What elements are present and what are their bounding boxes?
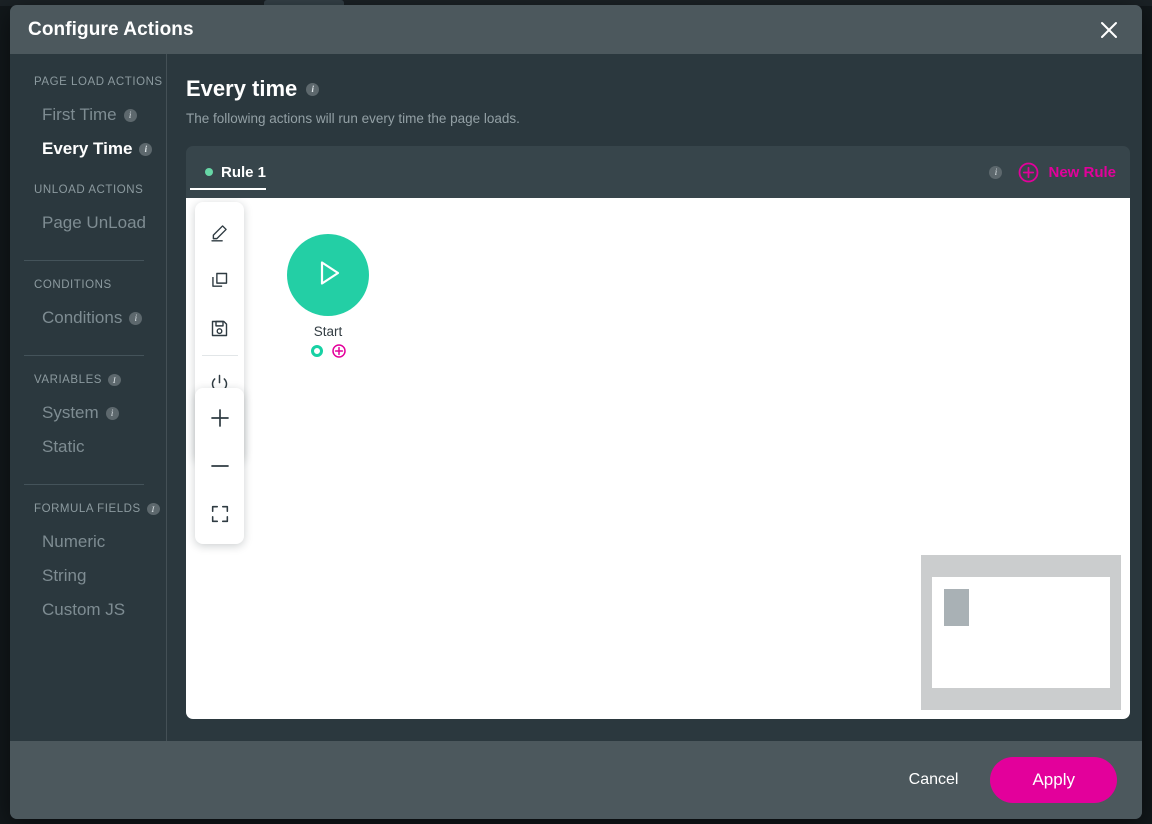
sidebar-item-label: String xyxy=(42,566,87,585)
close-button[interactable] xyxy=(1092,13,1126,47)
apply-button[interactable]: Apply xyxy=(990,757,1117,803)
zoom-in-icon xyxy=(208,406,232,430)
save-button[interactable] xyxy=(198,304,242,352)
start-node-circle[interactable] xyxy=(287,234,369,316)
sidebar-group-label: UNLOAD ACTIONS xyxy=(34,184,144,196)
cancel-button[interactable]: Cancel xyxy=(903,763,965,797)
info-icon[interactable]: i xyxy=(146,503,160,515)
play-icon xyxy=(308,253,348,298)
canvas-minimap[interactable] xyxy=(921,555,1121,710)
copy-button[interactable] xyxy=(198,256,242,304)
zoom-out-button[interactable] xyxy=(198,442,242,490)
fit-screen-icon xyxy=(209,503,231,525)
sidebar-group-label: VARIABLES xyxy=(34,374,103,386)
sidebar-item-label: Every Time xyxy=(42,139,133,158)
close-icon xyxy=(1098,19,1120,41)
sidebar-item-every-time[interactable]: Every Time i xyxy=(10,132,166,166)
sidebar-item-label: Page UnLoad xyxy=(42,213,146,232)
output-port-icon[interactable] xyxy=(310,345,323,357)
sidebar-divider xyxy=(24,484,144,485)
sidebar-divider xyxy=(24,260,144,261)
sidebar-group-title-variables: VARIABLES i xyxy=(10,374,166,386)
sidebar: PAGE LOAD ACTIONS First Time i Every Tim… xyxy=(10,54,167,741)
rule-status-dot xyxy=(205,168,213,176)
copy-icon xyxy=(209,270,230,291)
edit-icon xyxy=(209,222,230,243)
toolbar-divider xyxy=(201,355,238,356)
sidebar-item-static[interactable]: Static xyxy=(10,430,166,464)
sidebar-item-conditions[interactable]: Conditions i xyxy=(10,301,166,335)
sidebar-item-label: Conditions xyxy=(42,308,123,327)
info-icon[interactable]: i xyxy=(989,165,1003,179)
sidebar-item-first-time[interactable]: First Time i xyxy=(10,98,166,132)
sidebar-item-custom-js[interactable]: Custom JS xyxy=(10,593,166,627)
sidebar-group-title-formula-fields: FORMULA FIELDS i xyxy=(10,503,166,515)
tab-rule-1[interactable]: Rule 1 xyxy=(186,146,284,198)
dialog-footer: Cancel Apply xyxy=(10,741,1142,819)
sidebar-item-label: Numeric xyxy=(42,532,106,551)
tab-list: Rule 1 xyxy=(186,146,284,198)
page-subtitle: The following actions will run every tim… xyxy=(186,111,520,126)
sidebar-group-label: CONDITIONS xyxy=(34,279,112,291)
edit-button[interactable] xyxy=(198,208,242,256)
sidebar-item-label: System xyxy=(42,403,99,422)
start-node-ports xyxy=(310,344,346,358)
tab-label: Rule 1 xyxy=(221,163,267,181)
dialog-title: Configure Actions xyxy=(28,18,194,40)
minimap-viewport xyxy=(932,577,1110,688)
sidebar-group-label: PAGE LOAD ACTIONS xyxy=(34,76,163,88)
sidebar-group-title-conditions: CONDITIONS xyxy=(10,279,166,291)
rule-tabbar: Rule 1 i New Rule xyxy=(186,146,1130,198)
minimap-node xyxy=(944,589,969,626)
info-icon[interactable]: i xyxy=(108,374,122,386)
zoom-out-icon xyxy=(208,454,232,478)
start-node-label: Start xyxy=(313,324,343,339)
add-step-button[interactable] xyxy=(331,344,346,358)
fit-screen-button[interactable] xyxy=(198,490,242,538)
rule-canvas[interactable]: Start xyxy=(186,198,1130,719)
info-icon[interactable]: i xyxy=(306,82,320,96)
sidebar-group-title-unload: UNLOAD ACTIONS xyxy=(10,184,166,196)
sidebar-item-label: First Time xyxy=(42,105,117,124)
canvas-zoom-toolbar xyxy=(195,388,244,544)
new-rule-button[interactable]: New Rule xyxy=(1018,162,1116,183)
sidebar-item-string[interactable]: String xyxy=(10,559,166,593)
tabbar-actions: i New Rule xyxy=(989,162,1116,183)
sidebar-group-label: FORMULA FIELDS xyxy=(34,503,141,515)
zoom-in-button[interactable] xyxy=(198,394,242,442)
page-title: Every time i xyxy=(186,76,1130,102)
info-icon[interactable]: i xyxy=(139,142,153,156)
sidebar-item-label: Static xyxy=(42,437,85,456)
info-icon[interactable]: i xyxy=(105,406,119,420)
start-node[interactable]: Start xyxy=(273,234,383,358)
sidebar-item-numeric[interactable]: Numeric xyxy=(10,525,166,559)
save-icon xyxy=(209,318,230,339)
sidebar-group-title-page-load: PAGE LOAD ACTIONS xyxy=(10,76,166,88)
sidebar-item-label: Custom JS xyxy=(42,600,126,619)
main-panel: Every time i The following actions will … xyxy=(167,54,1142,741)
info-icon[interactable]: i xyxy=(123,108,137,122)
page-title-text: Every time xyxy=(186,76,298,101)
dialog-titlebar: Configure Actions xyxy=(10,5,1142,54)
configure-actions-dialog: Configure Actions PAGE LOAD ACTIONS Firs… xyxy=(10,5,1142,819)
plus-circle-icon xyxy=(1018,162,1039,183)
plus-circle-icon xyxy=(331,344,346,358)
sidebar-item-system[interactable]: System i xyxy=(10,396,166,430)
info-icon[interactable]: i xyxy=(129,311,143,325)
dialog-body: PAGE LOAD ACTIONS First Time i Every Tim… xyxy=(10,54,1142,741)
new-rule-label: New Rule xyxy=(1048,163,1116,181)
sidebar-item-page-unload[interactable]: Page UnLoad xyxy=(10,206,166,240)
sidebar-divider xyxy=(24,355,144,356)
